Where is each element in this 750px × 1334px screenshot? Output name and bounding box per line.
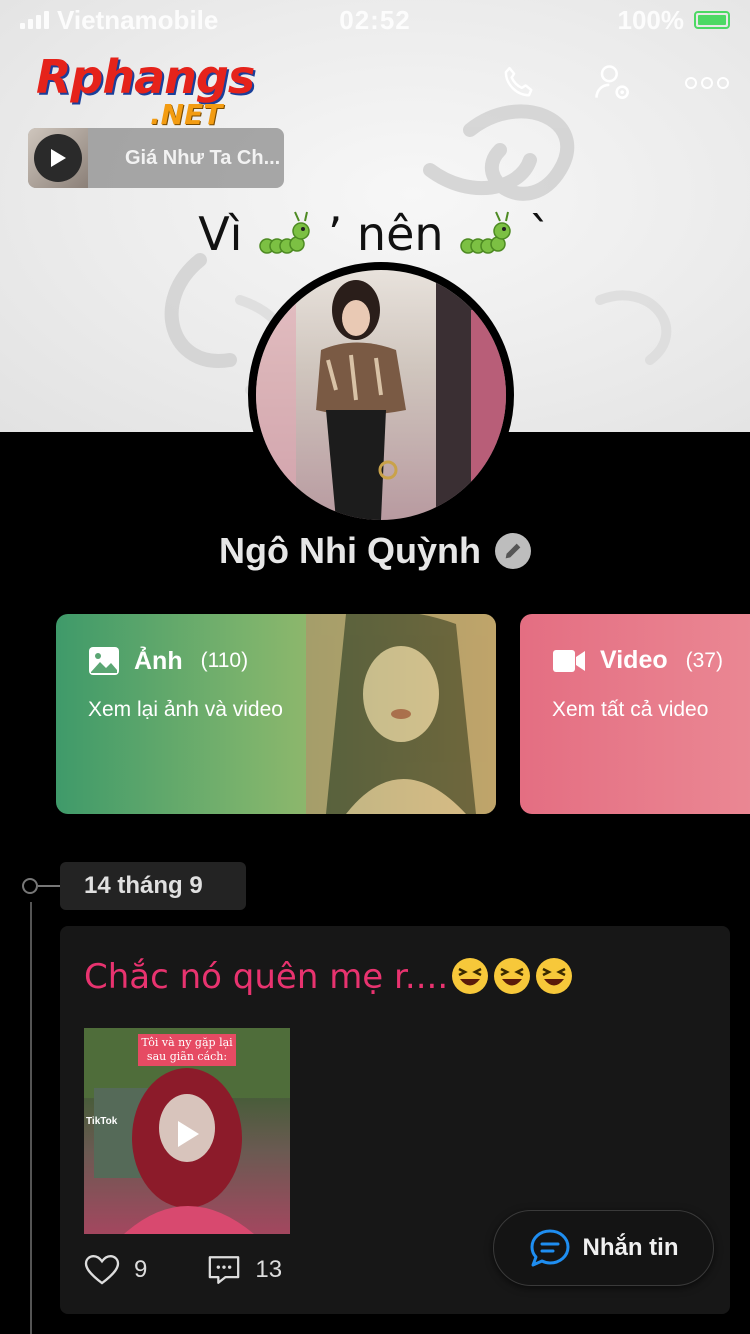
profile-name: Ngô Nhi Quỳnh	[219, 530, 481, 571]
profile-status: Vì ’ nên `	[198, 207, 552, 261]
profile-name-row: Ngô Nhi Quỳnh	[0, 530, 750, 572]
play-icon[interactable]	[168, 1114, 208, 1154]
post-video-thumbnail[interactable]: Tôi và ny gặp lại sau giãn cách: TikTok	[84, 1028, 290, 1234]
like-count: 9	[134, 1256, 148, 1283]
videos-card[interactable]: Video (37) Xem tất cả video	[520, 614, 750, 814]
photos-count: (110)	[200, 649, 249, 672]
thumbnail-caption: Tôi và ny gặp lại sau giãn cách:	[138, 1034, 236, 1066]
laughing-emoji-icon	[452, 958, 489, 994]
photos-card[interactable]: Ảnh (110) Xem lại ảnh và video	[56, 614, 496, 814]
videos-count: (37)	[685, 648, 723, 672]
clock: 02:52	[339, 4, 411, 35]
caterpillar-icon	[460, 211, 511, 254]
timeline-dot	[22, 878, 38, 894]
post-actions: 9 13	[84, 1254, 328, 1286]
battery-percent: 100%	[617, 4, 685, 35]
comment-button[interactable]: 13	[207, 1254, 282, 1286]
timeline-line	[30, 902, 32, 1334]
watermark-logo: Rphangs .NET	[36, 50, 255, 131]
message-label: Nhắn tin	[582, 1234, 679, 1261]
post-text: Chắc nó quên mẹ r....	[84, 956, 574, 997]
videos-title: Video	[600, 646, 668, 674]
comment-icon	[209, 1256, 240, 1284]
profile-music-player[interactable]: Giá Như Ta Ch...	[28, 128, 284, 188]
play-icon[interactable]	[34, 134, 82, 182]
more-icon[interactable]	[684, 60, 730, 106]
photos-subtitle: Xem lại ảnh và video	[88, 698, 283, 721]
signal-icon	[20, 11, 49, 29]
message-button[interactable]: Nhắn tin	[493, 1210, 714, 1286]
caterpillar-icon	[259, 211, 310, 254]
photos-title: Ảnh	[134, 646, 183, 675]
status-bar: Vietnamobile 02:52 100%	[0, 0, 750, 40]
laughing-emoji-icon	[536, 958, 573, 994]
edit-icon[interactable]	[494, 533, 531, 569]
music-thumbnail	[28, 128, 88, 188]
like-button[interactable]: 9	[84, 1254, 147, 1286]
heart-icon	[84, 1255, 120, 1285]
laughing-emoji-icon	[494, 958, 531, 994]
battery-icon	[694, 11, 730, 29]
photo-icon	[89, 647, 119, 675]
profile-settings-icon[interactable]	[590, 60, 636, 106]
avatar-photo	[256, 270, 506, 520]
timeline-connector	[38, 885, 62, 887]
photos-card-preview	[306, 614, 496, 814]
carrier-label: Vietnamobile	[57, 4, 219, 35]
tiktok-watermark: TikTok	[86, 1116, 118, 1127]
music-title: Giá Như Ta Ch...	[125, 146, 281, 169]
comment-count: 13	[255, 1256, 283, 1283]
chat-icon	[530, 1229, 569, 1267]
top-actions	[496, 60, 730, 106]
date-badge: 14 tháng 9	[60, 862, 246, 910]
avatar[interactable]	[248, 262, 514, 528]
call-icon[interactable]	[496, 60, 542, 106]
video-camera-icon	[553, 649, 585, 672]
videos-subtitle: Xem tất cả video	[552, 698, 709, 721]
